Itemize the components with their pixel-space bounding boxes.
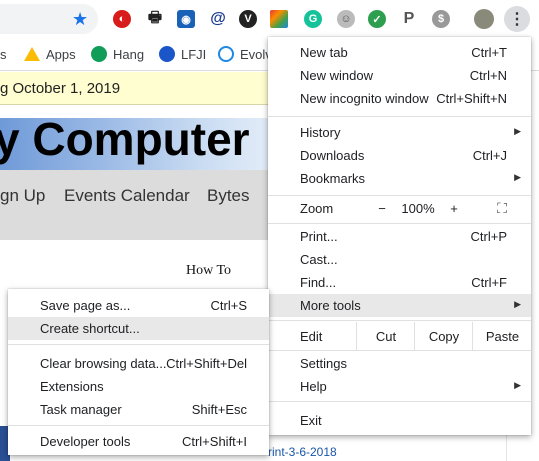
extension-eye-icon[interactable]: ◉ [177,10,195,28]
evolv-icon [218,46,234,62]
zoom-out-button[interactable]: − [372,197,392,220]
bookmark-apps[interactable]: Apps [24,45,76,63]
menu-item-save-page[interactable]: Save page as... Ctrl+S [8,294,269,317]
date-text: g October 1, 2019 [0,80,121,97]
menu-item-task-manager[interactable]: Task manager Shift+Esc [8,398,269,421]
menu-item-developer-tools[interactable]: Developer tools Ctrl+Shift+I [8,430,269,453]
menu-divider [8,344,269,345]
browser-toolbar: ★ ◐ 🖶 ◉ @ V G ☺ ✓ P $ ⋮ [0,0,539,38]
page-link[interactable]: rint-3-6-2018 [268,445,337,459]
menu-kebab-icon[interactable]: ⋮ [504,6,530,32]
extension-grammarly-icon[interactable]: G [304,10,322,28]
menu-divider [8,425,269,426]
extension-p-icon[interactable]: P [400,10,418,28]
menu-divider [268,320,531,321]
zoom-in-button[interactable]: + [444,197,464,220]
bookmark-hang[interactable]: Hang [91,45,144,63]
extension-grid-icon[interactable] [270,10,288,28]
bookmark-star-icon[interactable]: ★ [72,9,88,30]
submenu-arrow-icon: ▶ [514,126,521,136]
chrome-menu: New tab Ctrl+T New window Ctrl+N New inc… [268,37,531,435]
menu-divider [268,350,531,351]
submenu-arrow-icon: ▶ [514,172,521,182]
how-to-heading: How To [186,263,232,278]
menu-item-bookmarks[interactable]: Bookmarks ▶ [268,167,531,190]
menu-item-settings[interactable]: Settings [268,352,531,375]
bookmark-truncated[interactable]: s [0,45,7,63]
extension-printer-icon[interactable]: 🖶 [146,9,164,28]
extension-at-icon[interactable]: @ [209,10,227,28]
menu-item-zoom: Zoom − 100% + ⛶ [268,197,531,220]
edit-copy-button[interactable]: Copy [414,322,473,350]
menu-item-print[interactable]: Print... Ctrl+P [268,225,531,248]
menu-item-more-tools[interactable]: More tools ▶ [268,294,531,317]
extension-smile-icon[interactable]: ☺ [337,10,355,28]
menu-item-edit: Edit Cut Copy Paste [268,322,531,350]
menu-item-exit[interactable]: Exit [268,409,531,432]
menu-divider [268,195,531,196]
nav-bytes[interactable]: Bytes [207,186,250,206]
zoom-level: 100% [401,201,435,216]
submenu-arrow-icon: ▶ [514,380,521,390]
menu-item-find[interactable]: Find... Ctrl+F [268,271,531,294]
submenu-arrow-icon: ▶ [514,299,521,309]
lfji-icon [159,46,175,62]
menu-item-extensions[interactable]: Extensions [8,375,269,398]
apps-drive-icon [24,47,40,61]
fullscreen-icon[interactable]: ⛶ [492,197,512,220]
extension-dark-icon[interactable]: V [239,10,257,28]
menu-divider [268,401,531,402]
menu-item-new-window[interactable]: New window Ctrl+N [268,64,531,87]
edit-cut-button[interactable]: Cut [356,322,415,350]
menu-item-cast[interactable]: Cast... [268,248,531,271]
site-title: y Computer [0,113,250,165]
menu-divider [268,223,531,224]
menu-item-create-shortcut[interactable]: Create shortcut... [8,317,269,340]
avatar[interactable] [474,9,494,29]
menu-divider [268,116,531,117]
nav-events-calendar[interactable]: Events Calendar [64,186,190,206]
menu-item-clear-browsing-data[interactable]: Clear browsing data... Ctrl+Shift+Del [8,352,269,375]
menu-item-history[interactable]: History ▶ [268,121,531,144]
nav-sign-up[interactable]: gn Up [0,186,45,206]
extension-green-icon[interactable]: ✓ [368,10,386,28]
extension-red-icon[interactable]: ◐ [113,10,131,28]
more-tools-submenu: Save page as... Ctrl+S Create shortcut..… [8,289,269,455]
bookmark-lfji[interactable]: LFJI [159,45,206,63]
bookmark-evolv[interactable]: Evolv [218,45,272,63]
menu-item-help[interactable]: Help ▶ [268,375,531,398]
menu-item-new-incognito[interactable]: New incognito window Ctrl+Shift+N [268,87,531,110]
menu-item-new-tab[interactable]: New tab Ctrl+T [268,41,531,64]
extension-dollar-icon[interactable]: $ [432,10,450,28]
edit-paste-button[interactable]: Paste [472,322,532,350]
menu-item-downloads[interactable]: Downloads Ctrl+J [268,144,531,167]
hangouts-icon [91,46,107,62]
